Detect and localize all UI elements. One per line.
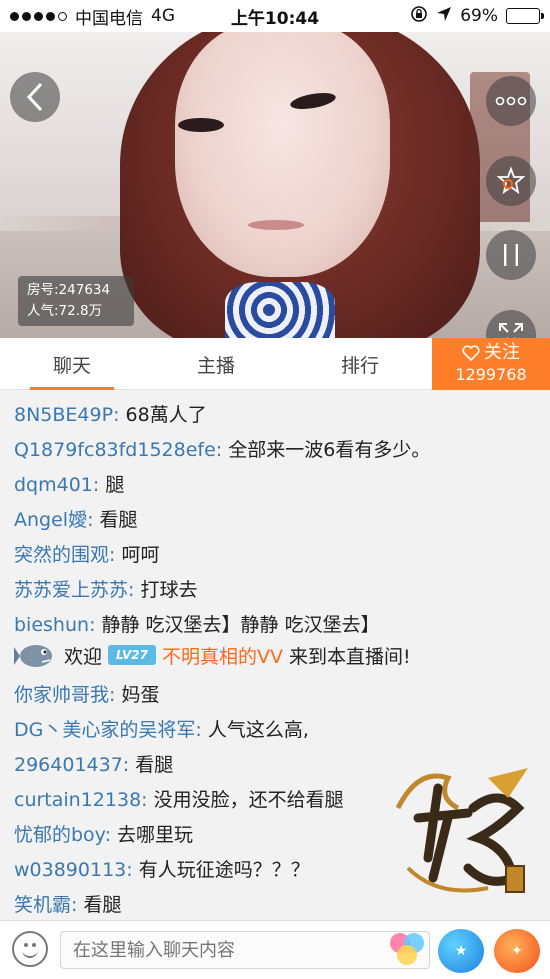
- fish-avatar-icon: [14, 640, 58, 670]
- share-button[interactable]: [486, 156, 536, 206]
- welcome-message: 欢迎 LV27 不明真相的VV 来到本直播间!: [14, 640, 411, 670]
- send-gift-button[interactable]: ✦: [494, 929, 540, 973]
- chat-text: 打球去: [140, 579, 198, 601]
- welcome-suffix: 来到本直播间!: [289, 645, 411, 668]
- chat-message: 笑机霸: 看腿: [14, 894, 122, 916]
- welcome-username[interactable]: 不明真相的VV: [162, 642, 283, 669]
- tab-anchor[interactable]: 主播: [144, 338, 288, 390]
- status-bar: 中国电信 4G 上午10:44 69%: [0, 0, 550, 32]
- signal-strength-icon: [10, 11, 67, 21]
- chat-message: 突然的围观: 呵呵: [14, 544, 160, 566]
- game-logo-watermark: [378, 748, 538, 908]
- chat-text: 看腿: [99, 509, 138, 531]
- chat-username[interactable]: w03890113: [14, 859, 126, 881]
- pause-icon: [504, 244, 518, 266]
- tab-label: 主播: [196, 354, 235, 377]
- chat-message: dqm401: 腿: [14, 474, 125, 496]
- network-type: 4G: [151, 6, 175, 26]
- chat-message: Q1879fc83fd1528efe: 全部来一波6看有多少。: [14, 439, 431, 461]
- chat-message-list[interactable]: 8N5BE49P: 68萬人了 Q1879fc83fd1528efe: 全部来一…: [0, 392, 550, 920]
- star-share-icon: [496, 166, 526, 195]
- emoji-button[interactable]: [12, 931, 48, 967]
- chat-username[interactable]: 苏苏爱上苏苏: [14, 579, 128, 601]
- chat-message: curtain12138: 没用没脸，还不给看腿: [14, 789, 344, 811]
- chat-message: bieshun: 静静 吃汉堡去】静静 吃汉堡去】: [14, 614, 380, 636]
- chat-text: 静静 吃汉堡去】静静 吃汉堡去】: [101, 614, 380, 636]
- popularity-count: 人气:72.8万: [27, 303, 103, 319]
- room-number: 房号:247634: [27, 282, 111, 298]
- carrier-name: 中国电信: [75, 8, 143, 29]
- chat-username[interactable]: 突然的围观: [14, 544, 109, 566]
- chat-input[interactable]: [60, 931, 430, 969]
- status-left: 中国电信 4G: [10, 4, 175, 29]
- chat-text: 看腿: [83, 894, 122, 916]
- chat-text: 去哪里玩: [117, 824, 194, 846]
- chat-message: 296401437: 看腿: [14, 754, 174, 776]
- chat-username[interactable]: 8N5BE49P: [14, 404, 113, 426]
- chat-username[interactable]: Angel嬡: [14, 509, 87, 531]
- chat-text: 人气这么高,: [207, 719, 309, 741]
- expand-icon: [499, 323, 523, 338]
- chat-message: Angel嬡: 看腿: [14, 509, 138, 531]
- chat-message: 8N5BE49P: 68萬人了: [14, 404, 207, 426]
- chat-username[interactable]: curtain12138: [14, 789, 141, 811]
- streamer-mouth: [248, 220, 304, 230]
- chat-username[interactable]: DG丶美心家的吴将军: [14, 719, 195, 741]
- chat-username[interactable]: 笑机霸: [14, 894, 71, 916]
- heart-icon: [462, 345, 480, 361]
- follow-label: 关注: [484, 342, 520, 363]
- welcome-prefix: 欢迎: [64, 645, 103, 668]
- chat-text: 妈蛋: [121, 684, 160, 706]
- back-button[interactable]: [10, 72, 60, 122]
- follow-button[interactable]: 关注 1299768: [432, 338, 550, 390]
- chat-text: 看腿: [135, 754, 174, 776]
- streamer-eye-left: [178, 118, 224, 132]
- follower-count: 1299768: [455, 365, 527, 384]
- chat-username[interactable]: 忧郁的boy: [14, 824, 105, 846]
- chat-text: 68萬人了: [125, 404, 207, 426]
- tab-bar: 聊天 主播 排行 关注 1299768: [0, 338, 550, 390]
- chat-message: w03890113: 有人玩征途吗？？？: [14, 859, 310, 881]
- more-options-button[interactable]: [486, 76, 536, 126]
- chat-username[interactable]: Q1879fc83fd1528efe: [14, 439, 216, 461]
- streamer-dress: [225, 282, 335, 338]
- ellipsis-icon: [495, 96, 527, 106]
- chat-message: 你家帅哥我: 妈蛋: [14, 684, 160, 706]
- chat-text: 有人玩征途吗？？？: [138, 859, 310, 881]
- chat-text: 呵呵: [121, 544, 160, 566]
- rotation-lock-icon: [410, 5, 428, 28]
- chevron-left-icon: [26, 82, 43, 112]
- pause-button[interactable]: [486, 230, 536, 280]
- streamer-face: [175, 32, 390, 277]
- battery-icon: [506, 8, 544, 24]
- battery-percent: 69%: [460, 6, 498, 26]
- room-info-panel: 房号:247634 人气:72.8万: [18, 276, 134, 326]
- chat-input-bar: ★ ✦: [0, 920, 550, 979]
- gift-icon: ★: [454, 943, 468, 959]
- tab-label: 排行: [340, 354, 379, 377]
- chat-text: 没用没脸，还不给看腿: [153, 789, 344, 811]
- tab-label: 聊天: [52, 354, 91, 377]
- chat-message: 苏苏爱上苏苏: 打球去: [14, 579, 198, 601]
- location-arrow-icon: [436, 6, 452, 27]
- chat-text: 全部来一波6看有多少。: [228, 439, 431, 461]
- flower-gift-icon[interactable]: [384, 927, 430, 973]
- chat-username[interactable]: dqm401: [14, 474, 93, 496]
- live-video-player[interactable]: 房号:247634 人气:72.8万: [0, 32, 550, 338]
- chat-message: 忧郁的boy: 去哪里玩: [14, 824, 194, 846]
- chat-username[interactable]: bieshun: [14, 614, 89, 636]
- bolt-icon: ✦: [511, 943, 523, 959]
- chat-username[interactable]: 你家帅哥我: [14, 684, 109, 706]
- status-right: 69%: [410, 5, 544, 28]
- chat-text: 腿: [105, 474, 125, 496]
- chat-message: DG丶美心家的吴将军: 人气这么高,: [14, 719, 309, 741]
- level-badge: LV27: [108, 645, 156, 665]
- gift-button[interactable]: ★: [438, 929, 484, 973]
- chat-username[interactable]: 296401437: [14, 754, 123, 776]
- tab-chat[interactable]: 聊天: [0, 338, 144, 390]
- tab-ranking[interactable]: 排行: [288, 338, 432, 390]
